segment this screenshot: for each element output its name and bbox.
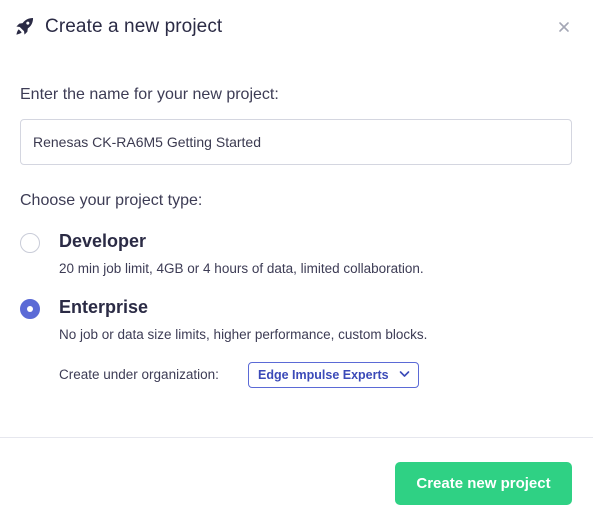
chevron-down-icon — [399, 371, 410, 377]
enterprise-option-title[interactable]: Enterprise — [59, 297, 148, 318]
create-project-dialog: Create a new project Enter the name for … — [0, 0, 593, 526]
organization-select-value: Edge Impulse Experts — [258, 368, 389, 382]
project-name-input[interactable] — [20, 119, 572, 165]
enterprise-radio[interactable] — [20, 299, 40, 319]
developer-radio[interactable] — [20, 233, 40, 253]
dialog-header: Create a new project — [0, 0, 593, 56]
dialog-title: Create a new project — [45, 16, 223, 37]
create-project-button[interactable]: Create new project — [395, 462, 572, 505]
project-type-label: Choose your project type: — [20, 192, 203, 209]
close-icon[interactable] — [557, 20, 571, 34]
organization-label: Create under organization: — [59, 367, 219, 382]
footer-divider — [0, 437, 593, 438]
developer-option-title[interactable]: Developer — [59, 231, 146, 252]
enterprise-option-description: No job or data size limits, higher perfo… — [59, 327, 428, 342]
organization-select[interactable]: Edge Impulse Experts — [248, 362, 419, 388]
developer-option-description: 20 min job limit, 4GB or 4 hours of data… — [59, 261, 424, 276]
project-name-label: Enter the name for your new project: — [20, 86, 279, 103]
rocket-icon — [16, 17, 34, 35]
